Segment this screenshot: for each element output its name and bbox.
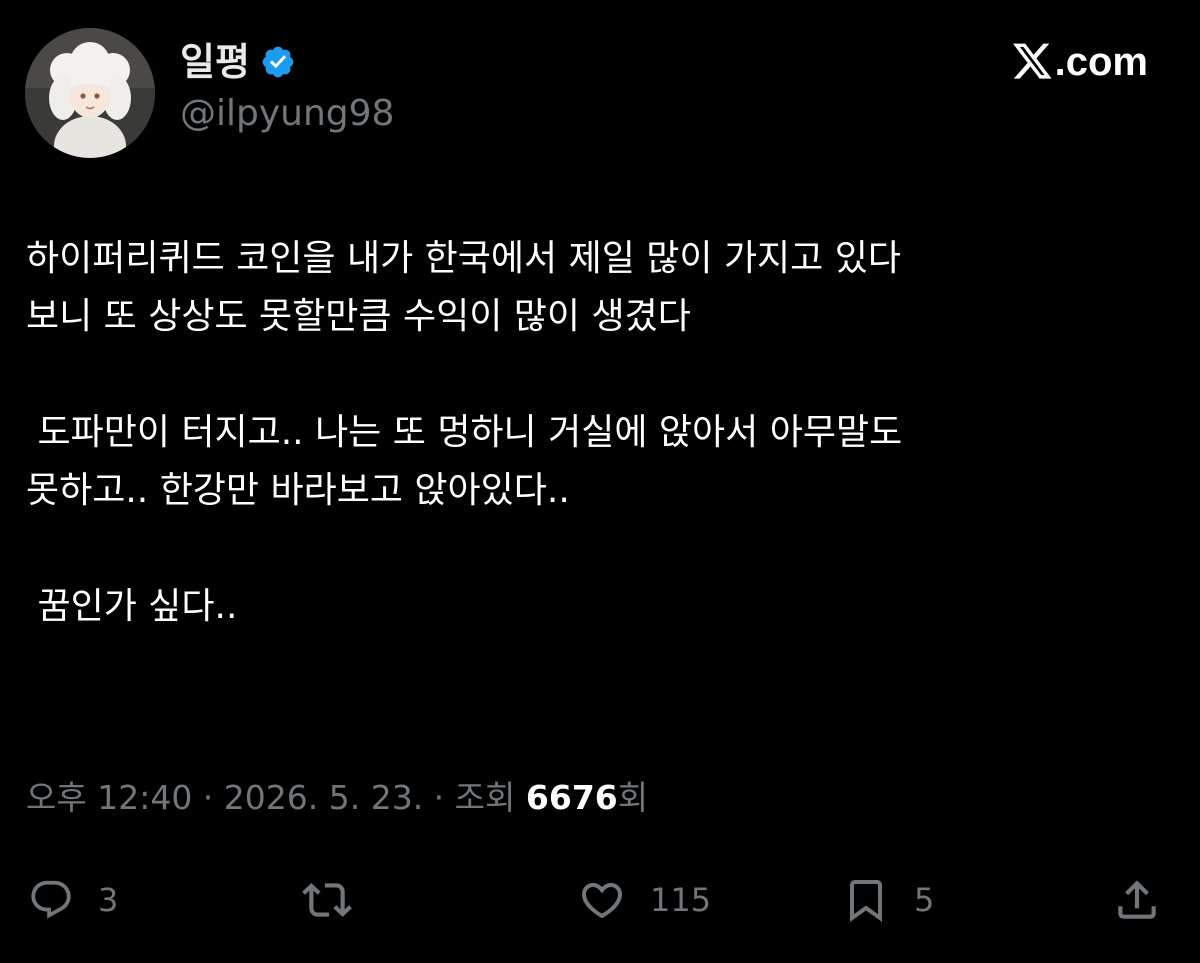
action-bar: 3 115 5 <box>0 872 1200 928</box>
reply-button[interactable]: 3 <box>28 872 118 928</box>
x-logo-icon <box>1012 43 1052 79</box>
share-button[interactable] <box>1112 872 1162 928</box>
avatar[interactable] <box>25 28 155 158</box>
share-icon <box>1118 880 1156 919</box>
bookmark-button[interactable]: 5 <box>842 872 934 928</box>
avatar-image <box>25 28 155 158</box>
repost-icon <box>302 883 352 917</box>
bookmark-count: 5 <box>914 881 935 919</box>
bookmark-icon <box>850 880 882 922</box>
tweet-meta: 오후 12:40 · 2026. 5. 23. · 조회 6676회 <box>26 776 648 820</box>
site-logo: .com <box>1012 40 1148 84</box>
tweet-timestamp[interactable]: 오후 12:40 · 2026. 5. 23. · 조회 <box>26 778 526 817</box>
author-handle[interactable]: @ilpyung98 <box>180 96 394 132</box>
display-name[interactable]: 일평 <box>180 43 250 81</box>
view-count: 6676 <box>525 778 618 817</box>
like-button[interactable]: 115 <box>578 872 711 928</box>
site-brand: .com <box>1054 40 1148 84</box>
reply-count: 3 <box>98 881 119 919</box>
repost-button[interactable] <box>296 872 382 928</box>
reply-icon <box>31 880 71 919</box>
heart-icon <box>581 883 623 919</box>
tweet-text: 하이퍼리퀴드 코인을 내가 한국에서 제일 많이 가지고 있다 보니 또 상상도… <box>26 238 903 627</box>
verified-badge-icon <box>262 46 294 78</box>
author-name-row: 일평 <box>180 40 296 84</box>
view-count-suffix: 회 <box>617 778 649 817</box>
like-count: 115 <box>650 881 712 919</box>
